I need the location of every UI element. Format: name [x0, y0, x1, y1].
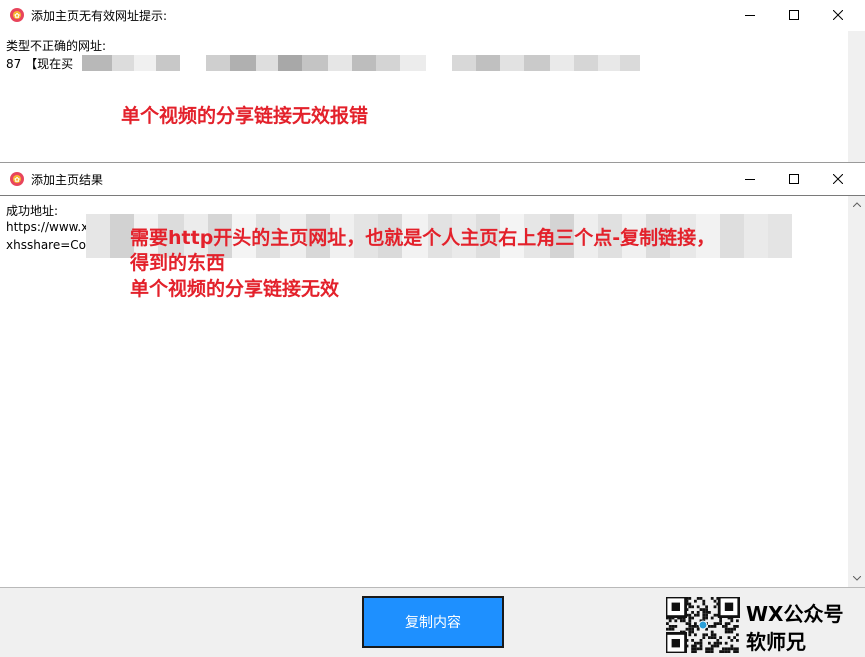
scroll-up-button[interactable]: [848, 196, 865, 213]
scroll-up-icon: [852, 202, 861, 207]
redacted-content: [82, 55, 640, 71]
copy-content-button[interactable]: 复制内容: [362, 596, 504, 648]
app-icon: ✿: [10, 8, 24, 22]
maximize-icon: [789, 10, 799, 20]
invalid-label: 类型不正确的网址:: [6, 39, 107, 53]
scrollbar[interactable]: [848, 31, 865, 162]
footer-bar: 复制内容 WX公众号 软师兄: [0, 587, 865, 657]
invalid-url-window: ✿ 添加主页无有效网址提示: 类型不正确的网址: 87 【现在买 单个视频的分享…: [0, 0, 865, 163]
result-text-area[interactable]: 成功地址: https://www.x xhsshare=Co 需要http开头…: [0, 195, 865, 588]
annotation-line: 单个视频的分享链接无效: [130, 278, 340, 300]
result-url-line: https://www.x: [6, 220, 89, 234]
close-icon: [833, 10, 843, 20]
success-label: 成功地址:: [6, 204, 59, 218]
qr-code: [666, 597, 740, 653]
result-window: ✿ 添加主页结果 成功地址: https://www.x xhsshare=Co: [0, 164, 865, 588]
scrollbar[interactable]: [848, 196, 865, 587]
result-url-line: xhsshare=Co: [6, 238, 86, 252]
window-title: 添加主页无有效网址提示:: [31, 9, 168, 23]
minimize-icon: [745, 15, 755, 16]
annotation-line: 得到的东西: [130, 252, 226, 274]
message-area: 类型不正确的网址: 87 【现在买 单个视频的分享链接无效报错: [0, 31, 865, 162]
close-button[interactable]: [816, 0, 860, 30]
close-button[interactable]: [816, 164, 860, 194]
minimize-icon: [745, 179, 755, 180]
scroll-down-icon: [852, 576, 861, 581]
scroll-down-button[interactable]: [848, 570, 865, 587]
maximize-icon: [789, 174, 799, 184]
wx-label: WX公众号: [746, 602, 844, 626]
maximize-button[interactable]: [772, 0, 816, 30]
maximize-button[interactable]: [772, 164, 816, 194]
annotation-line: 需要http开头的主页网址，也就是个人主页右上角三个点-复制链接，: [130, 227, 716, 249]
svg-text:✿: ✿: [14, 176, 20, 184]
close-icon: [833, 174, 843, 184]
svg-text:✿: ✿: [14, 12, 20, 20]
wx-name: 软师兄: [746, 630, 806, 654]
minimize-button[interactable]: [728, 164, 772, 194]
annotation-top: 单个视频的分享链接无效报错: [121, 105, 369, 127]
minimize-button[interactable]: [728, 0, 772, 30]
invalid-url-text: 87 【现在买: [6, 57, 74, 71]
titlebar[interactable]: ✿ 添加主页无有效网址提示:: [0, 0, 865, 30]
titlebar[interactable]: ✿ 添加主页结果: [0, 164, 865, 194]
app-icon: ✿: [10, 172, 24, 186]
window-title: 添加主页结果: [31, 173, 104, 187]
